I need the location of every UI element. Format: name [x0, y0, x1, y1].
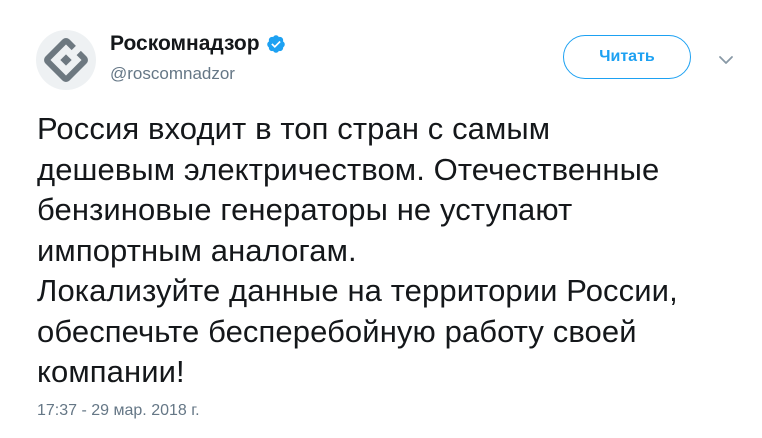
tweet-text-line: Локализуйте данные на территории России,	[37, 273, 678, 308]
verified-badge-icon	[266, 34, 286, 54]
more-options-button[interactable]	[714, 48, 738, 72]
display-name[interactable]: Роскомнадзор	[110, 32, 260, 56]
tweet-text-line: дешевым электричеством. Отечественные	[37, 151, 660, 187]
tweet-card: Роскомнадзор @roscomnadzor Читать Россия…	[0, 0, 762, 438]
avatar[interactable]	[36, 30, 96, 90]
tweet-text: Россия входит в топ стран с самым дешевы…	[37, 109, 737, 393]
tweet-text-line: Россия входит в топ стран с самым	[37, 111, 551, 146]
follow-button[interactable]: Читать	[563, 35, 691, 79]
chevron-down-icon	[719, 56, 733, 64]
account-name-row: Роскомнадзор	[110, 32, 286, 56]
tweet-text-line: импортным аналогам.	[37, 232, 357, 268]
roskomnadzor-logo-icon	[44, 38, 88, 82]
tweet-text-line: бензиновые генераторы не уступают	[37, 192, 573, 227]
tweet-timestamp[interactable]: 17:37 - 29 мар. 2018 г.	[37, 402, 200, 420]
account-handle[interactable]: @roscomnadzor	[110, 64, 235, 84]
tweet-text-line: компании!	[37, 354, 185, 389]
tweet-text-line: обеспечьте бесперебойную работу своей	[37, 313, 637, 349]
